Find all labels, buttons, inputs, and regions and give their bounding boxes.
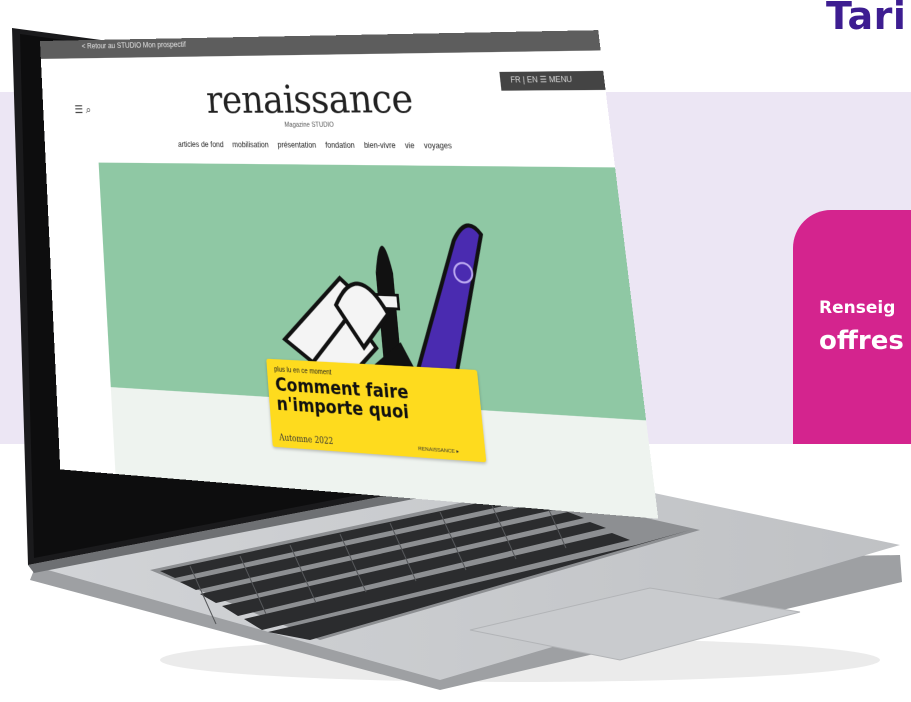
featured-article-card[interactable]: plus lu en ce moment Comment faire n'imp…: [266, 358, 487, 463]
card-footer-link[interactable]: RENAISSANCE ▸: [418, 444, 460, 454]
card-date: Automne 2022: [278, 433, 334, 447]
card-title[interactable]: Comment faire n'importe quoi: [275, 375, 478, 429]
laptop-screen: < Retour au STUDIO Mon prospectif FR | E…: [40, 30, 659, 519]
